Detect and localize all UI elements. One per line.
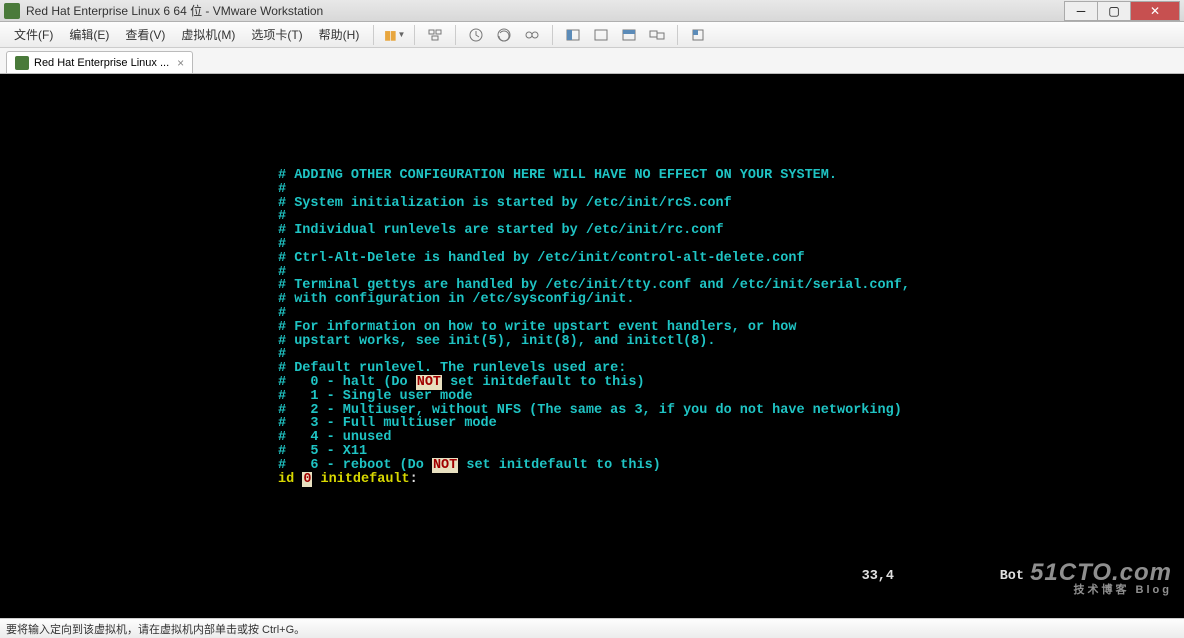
app-icon bbox=[4, 3, 20, 19]
vm-console[interactable]: # ADDING OTHER CONFIGURATION HERE WILL H… bbox=[0, 74, 1184, 618]
watermark: 51CTO.com 技术博客 Blog bbox=[1030, 561, 1172, 596]
unity-button[interactable] bbox=[589, 24, 613, 46]
divider bbox=[455, 25, 456, 45]
vim-scroll-position: Bot bbox=[1000, 569, 1024, 584]
window-title: Red Hat Enterprise Linux 6 64 位 - VMware… bbox=[26, 2, 1065, 19]
send-ctrl-alt-del-button[interactable] bbox=[423, 24, 447, 46]
statusbar-text: 要将输入定向到该虚拟机，请在虚拟机内部单击或按 Ctrl+G。 bbox=[6, 621, 305, 637]
watermark-main: 51CTO.com bbox=[1030, 559, 1172, 586]
divider bbox=[414, 25, 415, 45]
window-titlebar: Red Hat Enterprise Linux 6 64 位 - VMware… bbox=[0, 0, 1184, 22]
divider bbox=[552, 25, 553, 45]
tab-bar: Red Hat Enterprise Linux ... × bbox=[0, 48, 1184, 74]
statusbar: 要将输入定向到该虚拟机，请在虚拟机内部单击或按 Ctrl+G。 bbox=[0, 618, 1184, 638]
menu-help[interactable]: 帮助(H) bbox=[311, 26, 368, 43]
snapshot-take-button[interactable] bbox=[464, 24, 488, 46]
menu-edit[interactable]: 编辑(E) bbox=[61, 26, 117, 43]
snapshot-manager-button[interactable] bbox=[520, 24, 544, 46]
menu-file[interactable]: 文件(F) bbox=[6, 26, 61, 43]
minimize-button[interactable]: ─ bbox=[1064, 1, 1098, 21]
watermark-sub: 技术博客 Blog bbox=[1030, 585, 1172, 596]
pause-vm-button[interactable]: ▮▮▼ bbox=[382, 24, 406, 46]
library-button[interactable] bbox=[686, 24, 710, 46]
vm-icon bbox=[15, 56, 29, 70]
vim-cursor-position: 33,4 bbox=[862, 569, 894, 584]
thumbnail-bar-button[interactable] bbox=[617, 24, 641, 46]
menubar: 文件(F) 编辑(E) 查看(V) 虚拟机(M) 选项卡(T) 帮助(H) ▮▮… bbox=[0, 22, 1184, 48]
menu-tabs[interactable]: 选项卡(T) bbox=[243, 26, 310, 43]
close-button[interactable]: ✕ bbox=[1130, 1, 1180, 21]
multi-monitor-button[interactable] bbox=[645, 24, 669, 46]
terminal-content: # ADDING OTHER CONFIGURATION HERE WILL H… bbox=[278, 169, 910, 486]
maximize-button[interactable]: ▢ bbox=[1097, 1, 1131, 21]
fullscreen-button[interactable] bbox=[561, 24, 585, 46]
vm-tab[interactable]: Red Hat Enterprise Linux ... × bbox=[6, 51, 193, 73]
tab-label: Red Hat Enterprise Linux ... bbox=[34, 57, 169, 69]
menu-view[interactable]: 查看(V) bbox=[117, 26, 173, 43]
menu-vm[interactable]: 虚拟机(M) bbox=[173, 26, 243, 43]
tab-close-icon[interactable]: × bbox=[177, 56, 184, 70]
divider bbox=[373, 25, 374, 45]
snapshot-revert-button[interactable] bbox=[492, 24, 516, 46]
divider bbox=[677, 25, 678, 45]
